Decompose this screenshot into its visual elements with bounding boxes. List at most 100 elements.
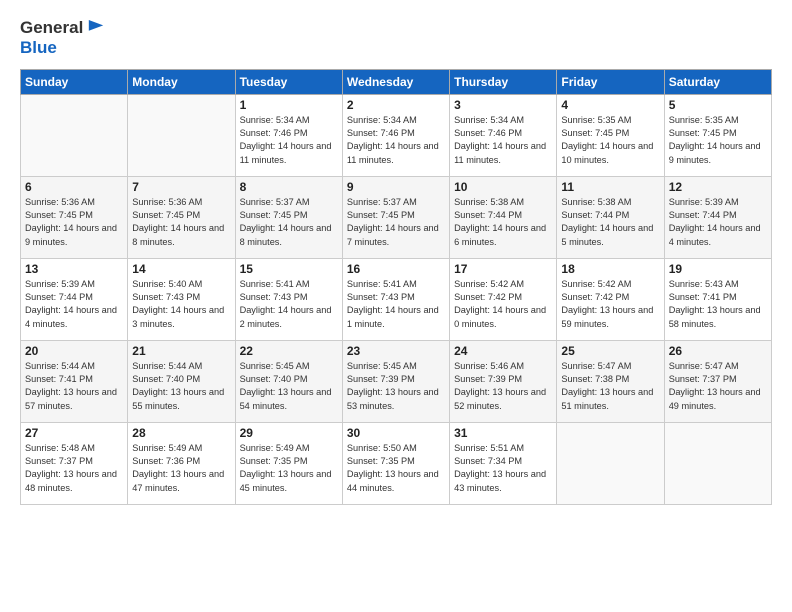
- day-info: Sunrise: 5:35 AMSunset: 7:45 PMDaylight:…: [669, 114, 767, 167]
- day-info: Sunrise: 5:47 AMSunset: 7:38 PMDaylight:…: [561, 360, 659, 413]
- day-number: 25: [561, 344, 659, 358]
- day-info: Sunrise: 5:45 AMSunset: 7:40 PMDaylight:…: [240, 360, 338, 413]
- calendar-cell: 28Sunrise: 5:49 AMSunset: 7:36 PMDayligh…: [128, 422, 235, 504]
- day-number: 23: [347, 344, 445, 358]
- calendar-cell: 17Sunrise: 5:42 AMSunset: 7:42 PMDayligh…: [450, 258, 557, 340]
- logo-blue: Blue: [20, 38, 57, 57]
- calendar-cell: 8Sunrise: 5:37 AMSunset: 7:45 PMDaylight…: [235, 176, 342, 258]
- calendar-cell: 16 Sunrise: 5:41 AMSunset: 7:43 PMDayligh…: [342, 258, 449, 340]
- calendar-cell: 1 Sunrise: 5:34 AMSunset: 7:46 PMDaylight…: [235, 94, 342, 176]
- calendar-cell: [557, 422, 664, 504]
- day-number: 17: [454, 262, 552, 276]
- header: General Blue: [20, 18, 772, 59]
- day-number: 29: [240, 426, 338, 440]
- calendar-cell: 11 Sunrise: 5:38 AMSunset: 7:44 PMDayligh…: [557, 176, 664, 258]
- calendar-cell: 14 Sunrise: 5:40 AMSunset: 7:43 PMDayligh…: [128, 258, 235, 340]
- calendar-week-row: 1 Sunrise: 5:34 AMSunset: 7:46 PMDaylight…: [21, 94, 772, 176]
- day-info: Sunrise: 5:34 AMSunset: 7:46 PMDaylight:…: [240, 114, 338, 167]
- day-number: 15: [240, 262, 338, 276]
- calendar-cell: 19Sunrise: 5:43 AMSunset: 7:41 PMDayligh…: [664, 258, 771, 340]
- day-number: 8: [240, 180, 338, 194]
- day-number: 20: [25, 344, 123, 358]
- day-number: 12: [669, 180, 767, 194]
- day-info: Sunrise: 5:46 AMSunset: 7:39 PMDaylight:…: [454, 360, 552, 413]
- day-number: 13: [25, 262, 123, 276]
- calendar-cell: 26 Sunrise: 5:47 AMSunset: 7:37 PMDayligh…: [664, 340, 771, 422]
- calendar-cell: 18 Sunrise: 5:42 AMSunset: 7:42 PMDayligh…: [557, 258, 664, 340]
- calendar-cell: [21, 94, 128, 176]
- logo-general: General: [20, 18, 83, 37]
- day-number: 4: [561, 98, 659, 112]
- calendar-cell: 23 Sunrise: 5:45 AMSunset: 7:39 PMDayligh…: [342, 340, 449, 422]
- day-number: 14: [132, 262, 230, 276]
- day-info: Sunrise: 5:40 AMSunset: 7:43 PMDaylight:…: [132, 278, 230, 331]
- calendar-cell: 21 Sunrise: 5:44 AMSunset: 7:40 PMDayligh…: [128, 340, 235, 422]
- day-number: 26: [669, 344, 767, 358]
- day-number: 21: [132, 344, 230, 358]
- calendar-cell: 29 Sunrise: 5:49 AMSunset: 7:35 PMDayligh…: [235, 422, 342, 504]
- calendar-cell: 25 Sunrise: 5:47 AMSunset: 7:38 PMDayligh…: [557, 340, 664, 422]
- calendar-cell: 24 Sunrise: 5:46 AMSunset: 7:39 PMDayligh…: [450, 340, 557, 422]
- day-number: 24: [454, 344, 552, 358]
- day-number: 16: [347, 262, 445, 276]
- calendar-cell: 2 Sunrise: 5:34 AMSunset: 7:46 PMDaylight…: [342, 94, 449, 176]
- day-number: 30: [347, 426, 445, 440]
- calendar-week-row: 6 Sunrise: 5:36 AMSunset: 7:45 PMDaylight…: [21, 176, 772, 258]
- calendar-cell: 31Sunrise: 5:51 AMSunset: 7:34 PMDayligh…: [450, 422, 557, 504]
- day-info: Sunrise: 5:50 AMSunset: 7:35 PMDaylight:…: [347, 442, 445, 495]
- weekday-header: Sunday: [21, 69, 128, 94]
- day-number: 10: [454, 180, 552, 194]
- day-number: 6: [25, 180, 123, 194]
- logo-wordmark: General Blue: [20, 18, 104, 59]
- logo: General Blue: [20, 18, 104, 59]
- day-number: 28: [132, 426, 230, 440]
- day-number: 18: [561, 262, 659, 276]
- calendar-cell: 20Sunrise: 5:44 AMSunset: 7:41 PMDayligh…: [21, 340, 128, 422]
- calendar-week-row: 27Sunrise: 5:48 AMSunset: 7:37 PMDayligh…: [21, 422, 772, 504]
- day-info: Sunrise: 5:34 AMSunset: 7:46 PMDaylight:…: [347, 114, 445, 167]
- day-info: Sunrise: 5:38 AMSunset: 7:44 PMDaylight:…: [454, 196, 552, 249]
- calendar-week-row: 13Sunrise: 5:39 AMSunset: 7:44 PMDayligh…: [21, 258, 772, 340]
- day-number: 3: [454, 98, 552, 112]
- logo-flag-icon: [88, 20, 104, 38]
- day-info: Sunrise: 5:35 AMSunset: 7:45 PMDaylight:…: [561, 114, 659, 167]
- calendar-cell: 3 Sunrise: 5:34 AMSunset: 7:46 PMDaylight…: [450, 94, 557, 176]
- day-info: Sunrise: 5:49 AMSunset: 7:35 PMDaylight:…: [240, 442, 338, 495]
- calendar-cell: 9 Sunrise: 5:37 AMSunset: 7:45 PMDaylight…: [342, 176, 449, 258]
- calendar-cell: 22 Sunrise: 5:45 AMSunset: 7:40 PMDayligh…: [235, 340, 342, 422]
- calendar-cell: [664, 422, 771, 504]
- calendar-week-row: 20Sunrise: 5:44 AMSunset: 7:41 PMDayligh…: [21, 340, 772, 422]
- day-number: 5: [669, 98, 767, 112]
- calendar-cell: 15Sunrise: 5:41 AMSunset: 7:43 PMDayligh…: [235, 258, 342, 340]
- calendar-cell: 6 Sunrise: 5:36 AMSunset: 7:45 PMDaylight…: [21, 176, 128, 258]
- day-info: Sunrise: 5:45 AMSunset: 7:39 PMDaylight:…: [347, 360, 445, 413]
- day-number: 19: [669, 262, 767, 276]
- weekday-header: Monday: [128, 69, 235, 94]
- calendar-cell: 10 Sunrise: 5:38 AMSunset: 7:44 PMDayligh…: [450, 176, 557, 258]
- day-info: Sunrise: 5:38 AMSunset: 7:44 PMDaylight:…: [561, 196, 659, 249]
- weekday-header: Tuesday: [235, 69, 342, 94]
- day-number: 11: [561, 180, 659, 194]
- calendar-cell: 4 Sunrise: 5:35 AMSunset: 7:45 PMDaylight…: [557, 94, 664, 176]
- day-info: Sunrise: 5:44 AMSunset: 7:40 PMDaylight:…: [132, 360, 230, 413]
- day-info: Sunrise: 5:42 AMSunset: 7:42 PMDaylight:…: [561, 278, 659, 331]
- day-info: Sunrise: 5:34 AMSunset: 7:46 PMDaylight:…: [454, 114, 552, 167]
- calendar-cell: 30 Sunrise: 5:50 AMSunset: 7:35 PMDayligh…: [342, 422, 449, 504]
- day-number: 9: [347, 180, 445, 194]
- day-info: Sunrise: 5:37 AMSunset: 7:45 PMDaylight:…: [347, 196, 445, 249]
- calendar-cell: 5 Sunrise: 5:35 AMSunset: 7:45 PMDaylight…: [664, 94, 771, 176]
- weekday-header: Thursday: [450, 69, 557, 94]
- page: General Blue SundayMondayTuesdayWednesda…: [0, 0, 792, 612]
- day-info: Sunrise: 5:47 AMSunset: 7:37 PMDaylight:…: [669, 360, 767, 413]
- day-number: 22: [240, 344, 338, 358]
- day-info: Sunrise: 5:36 AMSunset: 7:45 PMDaylight:…: [132, 196, 230, 249]
- day-number: 2: [347, 98, 445, 112]
- weekday-header: Saturday: [664, 69, 771, 94]
- day-number: 7: [132, 180, 230, 194]
- day-info: Sunrise: 5:41 AMSunset: 7:43 PMDaylight:…: [347, 278, 445, 331]
- day-info: Sunrise: 5:36 AMSunset: 7:45 PMDaylight:…: [25, 196, 123, 249]
- calendar-cell: 7 Sunrise: 5:36 AMSunset: 7:45 PMDaylight…: [128, 176, 235, 258]
- weekday-header-row: SundayMondayTuesdayWednesdayThursdayFrid…: [21, 69, 772, 94]
- day-number: 1: [240, 98, 338, 112]
- weekday-header: Friday: [557, 69, 664, 94]
